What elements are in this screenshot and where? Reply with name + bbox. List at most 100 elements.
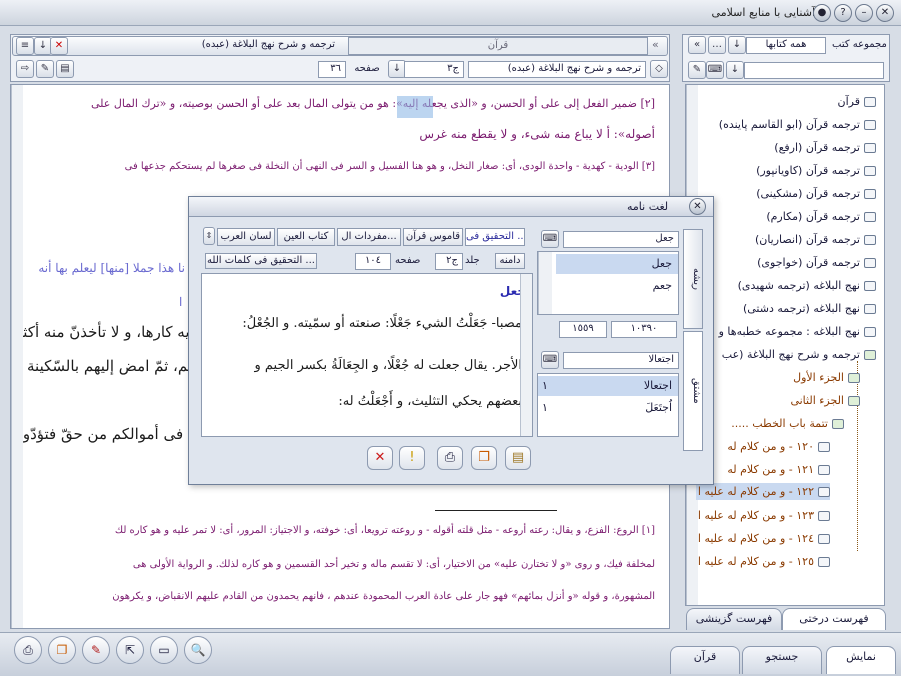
text-line: هم، ثمّ امض إليهم بالسّكينة و [15, 357, 196, 375]
filter-down-icon[interactable]: ↓ [726, 61, 744, 79]
page-icon [818, 465, 830, 475]
definition-scrollbar[interactable] [520, 274, 532, 436]
tree-item[interactable]: الجزء الثانی [790, 394, 860, 407]
range-to: ١٥٥٩ [559, 321, 607, 338]
edit-icon[interactable]: ✎ [82, 636, 110, 664]
tree-item[interactable]: ترجمه و شرح نهج البلاغة (عب [722, 348, 876, 361]
tab-quran[interactable]: قرآن [348, 37, 648, 55]
dialog-book-field[interactable]: التحقيق فی كلمات الله ... [205, 253, 317, 269]
dialog-print-icon[interactable]: ⎙ [437, 446, 463, 470]
note-icon[interactable]: ▤ [505, 446, 531, 470]
tree-item[interactable]: الجزء الأول [793, 371, 860, 384]
tab-quran-bottom[interactable]: قرآن [670, 646, 740, 674]
root-item[interactable]: جعم [556, 276, 678, 296]
scope-button[interactable]: دامنه [495, 253, 525, 269]
copy-icon[interactable]: ❐ [48, 636, 76, 664]
tab-scroll-icon[interactable]: « [652, 38, 659, 51]
book-field[interactable]: ترجمه و شرح نهج البلاغة (عبده) [468, 61, 646, 78]
derivative-item[interactable]: اُجتَعَلَ ١ [538, 398, 678, 418]
help-icon[interactable]: ? [834, 4, 852, 22]
dialog-close-icon[interactable]: ✕ [689, 198, 706, 215]
tab-mufradat[interactable]: مفردات ال... [337, 228, 401, 246]
page-icon [818, 511, 830, 521]
tree-item[interactable]: ١٢٠ - و من كلام له [727, 440, 830, 453]
open-book-icon [864, 350, 876, 360]
page-input[interactable]: ٣٦ [318, 61, 346, 78]
combo-down-icon[interactable]: ↓ [728, 36, 746, 54]
minimize-icon[interactable]: – [855, 4, 873, 22]
root-search-input[interactable]: جعل [563, 231, 679, 248]
user-icon[interactable]: ● [813, 4, 831, 22]
tab-search[interactable]: جستجو [742, 646, 822, 674]
root-scrollbar[interactable] [538, 252, 552, 314]
hint-icon[interactable]: ! [399, 446, 425, 470]
keyboard-icon[interactable]: ⌨ [706, 61, 724, 79]
tree-item-selected[interactable]: ١٢٢ - و من كلام له عليه ا [696, 483, 830, 500]
tab-lisan[interactable]: لسان العرب [217, 228, 275, 246]
tree-item[interactable]: قرآن [838, 95, 876, 108]
vol-field[interactable]: ج٢ [435, 253, 463, 270]
tree-item[interactable]: ترجمه قرآن (خواجوی) [757, 256, 876, 269]
book-icon [864, 166, 876, 176]
print-icon[interactable]: ⎙ [14, 636, 42, 664]
folder-icon [848, 396, 860, 406]
reader-scrollbar[interactable] [11, 85, 23, 628]
derivative-item[interactable]: اجتعالا ١ [538, 376, 678, 396]
derivative-list: اجتعالا ١ اُجتَعَلَ ١ [537, 373, 679, 437]
book-icon [864, 258, 876, 268]
back-icon[interactable]: « [688, 36, 706, 54]
dialog-copy-icon[interactable]: ❐ [471, 446, 497, 470]
menu-icon[interactable]: ≡ [16, 37, 34, 55]
tree-item[interactable]: ترجمه قرآن (انصاريان) [755, 233, 876, 246]
dialog-keyboard-icon[interactable]: ⌨ [541, 230, 559, 248]
tree-item[interactable]: تتمة باب الخطب ..... [731, 417, 844, 430]
tools-icon[interactable]: ✎ [688, 61, 706, 79]
cancel-icon[interactable]: ✕ [367, 446, 393, 470]
dialog-keyboard2-icon[interactable]: ⌨ [541, 351, 559, 369]
tab-book-right[interactable]: ترجمه و شرح نهج البلاغة (عبده) [90, 39, 335, 50]
text-line: [١] الروع: الفزع، و يقال: رعته أروعه - م… [114, 525, 655, 536]
layout-icon[interactable]: ▭ [150, 636, 178, 664]
close-tab-icon[interactable]: ✕ [50, 37, 68, 55]
tree-item[interactable]: ترجمه قرآن (ابو القاسم پاينده) [719, 118, 876, 131]
dialog-page-field[interactable]: ١٠٤ [355, 253, 391, 270]
settings-icon[interactable]: ✎ [36, 60, 54, 78]
book-icon [864, 120, 876, 130]
tree-item[interactable]: نهج البلاغه (ترجمه شهيدی) [738, 279, 876, 292]
tree-item[interactable]: ترجمه قرآن (مكارم) [766, 210, 876, 223]
derivative-search-input[interactable]: اجتعالا [563, 352, 679, 369]
tree-item[interactable]: ترجمه قرآن (ارفع) [774, 141, 876, 154]
tab-tree-index[interactable]: فهرست درختی [782, 608, 886, 630]
tree-item[interactable]: ترجمه قرآن (مشكينی) [756, 187, 876, 200]
tab-ayn[interactable]: كتاب العين [277, 228, 335, 246]
footnote-divider [435, 510, 557, 511]
tabs-scroll-icon[interactable]: ⇕ [203, 227, 215, 245]
library-tree: قرآن ترجمه قرآن (ابو القاسم پاينده) ترجم… [685, 84, 885, 606]
tree-item[interactable]: ١٢٤ - و من كلام له عليه ا [698, 532, 830, 545]
library-search-input[interactable] [744, 62, 884, 79]
tree-item[interactable]: نهج البلاغه : مجموعه خطبه‌ها و [719, 325, 876, 338]
tree-item[interactable]: ترجمه قرآن (كاويانپور) [756, 164, 876, 177]
vtab-root[interactable]: ريشه [683, 229, 703, 329]
tree-item[interactable]: ١٢٣ - و من كلام له عليه ا [698, 509, 830, 522]
vtab-derivative[interactable]: مشتق [683, 331, 703, 451]
arrow-right-icon[interactable]: ⇨ [16, 60, 34, 78]
tab-display[interactable]: نمايش [826, 646, 896, 674]
columns-icon[interactable]: ▤ [56, 60, 74, 78]
tree-item[interactable]: نهج البلاغه (ترجمه دشتی) [743, 302, 876, 315]
page-icon [818, 442, 830, 452]
more-icon[interactable]: … [708, 36, 726, 54]
tab-tahqiq[interactable]: التحقيق فی ... [465, 228, 525, 246]
root-item[interactable]: جعل [556, 254, 678, 274]
text-line: لمخلفة فيك، و روى «و لا تختارن عليه» من … [132, 559, 655, 570]
tab-selective-index[interactable]: فهرست گزينشی [686, 608, 782, 630]
library-combo[interactable]: همه كتابها [746, 37, 826, 54]
tree-item[interactable]: ١٢٥ - و من كلام له عليه ا [698, 555, 830, 568]
export-icon[interactable]: ⇱ [116, 636, 144, 664]
close-icon[interactable]: ✕ [876, 4, 894, 22]
tag-icon[interactable]: ◇ [650, 60, 668, 78]
zoom-icon[interactable]: 🔍 [184, 636, 212, 664]
volume-field[interactable]: ج٣ [404, 61, 464, 78]
tab-qamus[interactable]: قاموس قرآن [403, 228, 463, 246]
tree-item[interactable]: ١٢١ - و من كلام له [727, 463, 830, 476]
